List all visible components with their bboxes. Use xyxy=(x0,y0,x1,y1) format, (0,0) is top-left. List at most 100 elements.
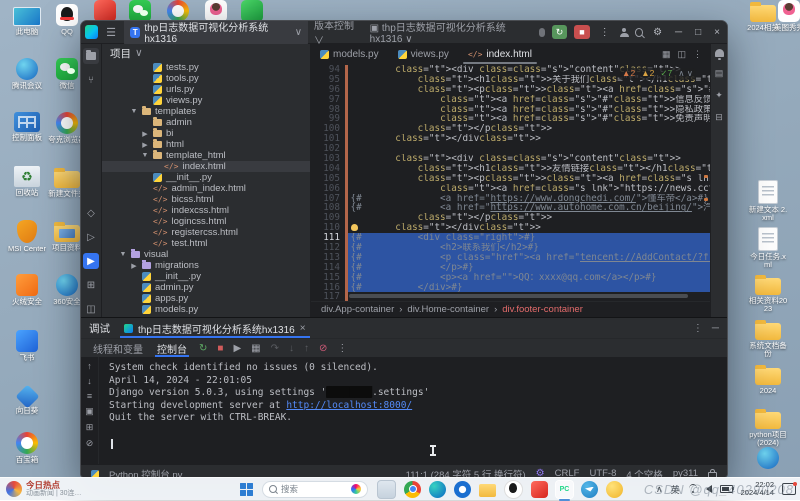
more-actions-icon[interactable]: ⋮ xyxy=(597,27,613,38)
server-url-link[interactable]: http://localhost:8000/ xyxy=(286,400,412,411)
taskbar-app-taskview[interactable] xyxy=(377,480,396,499)
tree-item-migrations[interactable]: ▶migrations xyxy=(102,260,310,271)
step-over-icon[interactable]: ↷ xyxy=(271,343,279,354)
editor-line-116[interactable]: 116{# </div>#} xyxy=(311,283,710,293)
tree-item-template_html[interactable]: ▼template_html xyxy=(102,150,310,161)
soft-wrap-icon[interactable]: ≡ xyxy=(87,391,92,401)
vcs-widget[interactable]: 版本控制 ∨ xyxy=(314,20,364,47)
editor-tab-index.html[interactable]: </>index.html xyxy=(459,44,542,64)
run-config-selector[interactable]: ▣ thp日志数据可视化分析系统hx1316 ∨ xyxy=(370,20,532,45)
error-stripe-mark[interactable] xyxy=(704,198,708,201)
taskbar-app-folder[interactable] xyxy=(479,484,496,497)
desktop-icon-circleblue[interactable] xyxy=(748,447,788,469)
tree-item-tools.py[interactable]: tools.py xyxy=(102,73,310,84)
desktop-icon-colorful[interactable] xyxy=(158,0,198,22)
editor-line-108[interactable]: 108{# <a href="https://www.autohome.com.… xyxy=(311,203,710,213)
editor-line-102[interactable]: 102 xyxy=(311,144,710,154)
desktop-icon-2024[interactable]: 2024 xyxy=(748,363,788,395)
commit-tool-icon[interactable]: ⑂ xyxy=(83,72,99,88)
intention-bulb-icon[interactable] xyxy=(351,224,358,231)
more-icon[interactable]: ⋮ xyxy=(693,323,703,334)
desktop-icon-pinkapp[interactable] xyxy=(196,0,236,22)
tree-item-html[interactable]: ▶html xyxy=(102,139,310,150)
up-stack-icon[interactable]: ↑ xyxy=(87,361,92,371)
battery-icon[interactable] xyxy=(720,485,733,493)
desktop-icon-python项目(2024)[interactable]: python项目(2024) xyxy=(748,407,788,447)
editor-line-100[interactable]: 100 class="t"></pclass="t">> xyxy=(311,124,710,134)
minimize-button[interactable]: ─ xyxy=(672,27,685,38)
news-widget[interactable]: 今日热点 动画新闻 | 30连… xyxy=(0,481,88,498)
hidden-icons-chevron[interactable]: ∧ xyxy=(656,484,663,495)
notifications-bell-icon[interactable] xyxy=(715,49,724,57)
wifi-icon[interactable] xyxy=(688,485,698,493)
editor-line-103[interactable]: 103 class="t"><div class=class="s">"cont… xyxy=(311,154,710,164)
desktop-icon-百宝箱[interactable]: 百宝箱 xyxy=(7,432,47,464)
print-icon[interactable]: ⊞ xyxy=(86,422,94,433)
editor-tab-models.py[interactable]: models.py xyxy=(311,44,389,64)
error-stripe-mark[interactable] xyxy=(704,175,708,178)
maximize-button[interactable]: □ xyxy=(692,27,704,38)
tree-item-index.html[interactable]: </>index.html xyxy=(102,161,310,172)
desktop-icon-redapp[interactable] xyxy=(85,0,125,22)
code-area[interactable]: 94 class="t"><div class=class="s">"conte… xyxy=(311,65,710,301)
stop-icon[interactable]: ■ xyxy=(217,343,223,354)
desktop-icon-美图秀秀[interactable]: 美图秀秀 xyxy=(769,0,800,32)
editor-line-96[interactable]: 96 class="t"><pclass="t">>class="t"><a h… xyxy=(311,85,710,95)
close-button[interactable]: × xyxy=(711,27,723,38)
taskbar-app-pycharm[interactable] xyxy=(556,481,573,498)
desktop-icon-回收站[interactable]: ♻回收站 xyxy=(7,166,47,197)
split-editor-icon[interactable]: ◫ xyxy=(677,49,686,60)
hide-panel-icon[interactable]: ─ xyxy=(712,323,719,334)
desktop-icon-控制面板[interactable]: 控制面板 xyxy=(7,112,47,142)
expand-arrow-icon[interactable]: ▼ xyxy=(141,152,149,159)
desktop-icon-MSI Center[interactable]: MSI Center xyxy=(7,220,47,253)
console-output[interactable]: System check identified no issues (0 sil… xyxy=(99,357,727,464)
close-tab-icon[interactable]: × xyxy=(300,323,306,334)
run-tool-icon[interactable]: ▷ xyxy=(83,229,99,245)
tree-item-visual[interactable]: ▼visual xyxy=(102,249,310,260)
tree-item-indexcss.html[interactable]: </>indexcss.html xyxy=(102,205,310,216)
expand-arrow-icon[interactable]: ▶ xyxy=(130,262,138,270)
debug-session-tab[interactable]: thp日志数据可视化分析系统hx1316 × xyxy=(120,318,310,338)
tree-item-bicss.html[interactable]: </>bicss.html xyxy=(102,194,310,205)
tree-item-admin_index.html[interactable]: </>admin_index.html xyxy=(102,183,310,194)
step-out-icon[interactable]: ↑ xyxy=(304,343,309,354)
mute-breakpoints-icon[interactable]: ⊘ xyxy=(319,343,327,354)
tab-threads-variables[interactable]: 线程和变量 xyxy=(91,339,145,357)
main-menu-icon[interactable]: ☰ xyxy=(104,26,118,39)
editor-line-115[interactable]: 115{# <p><a href="">QQ：xxxx@qq.com</a></… xyxy=(311,273,710,283)
start-button[interactable] xyxy=(240,483,253,496)
more-icon[interactable]: ⋮ xyxy=(337,343,347,354)
packages-tool-icon[interactable]: ⊞ xyxy=(83,277,99,293)
tree-item-templates[interactable]: ▼templates xyxy=(102,106,310,117)
horizontal-scrollbar[interactable] xyxy=(349,294,688,298)
tree-item-tests.py[interactable]: tests.py xyxy=(102,62,310,73)
rerun-icon[interactable]: ↻ xyxy=(199,343,207,354)
project-tool-icon[interactable] xyxy=(83,48,99,64)
step-into-icon[interactable]: ↓ xyxy=(289,343,294,354)
desktop-icon-新建文本 2.xml[interactable]: 新建文本 2.xml xyxy=(748,180,788,222)
expand-arrow-icon[interactable]: ▶ xyxy=(141,130,149,138)
breadcrumb-item[interactable]: div.App-container xyxy=(321,304,394,315)
desktop-icon-向日葵[interactable]: 向日葵 xyxy=(7,385,47,415)
editor-tab-views.py[interactable]: views.py xyxy=(389,44,459,64)
notification-center-icon[interactable] xyxy=(782,483,796,495)
taskbar-app-telegram[interactable] xyxy=(581,481,598,498)
structure-tool-icon[interactable]: ◇ xyxy=(83,205,99,221)
desktop-icon-greenapp[interactable] xyxy=(232,0,272,22)
search-everywhere-icon[interactable] xyxy=(635,28,643,37)
inspections-widget[interactable]: ▲2 ▲2 ✓7 ∧ ∨ xyxy=(619,68,696,80)
tab-console[interactable]: 控制台 xyxy=(155,339,189,357)
taskbar-app-edge[interactable] xyxy=(429,481,446,498)
taskbar-clock[interactable]: 22:02 2024/4/14 xyxy=(741,481,774,497)
expand-arrow-icon[interactable]: ▼ xyxy=(119,251,127,258)
tree-item-apps.py[interactable]: apps.py xyxy=(102,293,310,304)
editor-line-98[interactable]: 98 class="t"><a href=class="s">"#"class=… xyxy=(311,105,710,115)
clear-console-icon[interactable]: ⊘ xyxy=(86,438,94,449)
editor-line-101[interactable]: 101 class="t"></divclass="t">> xyxy=(311,134,710,144)
taskbar-app-yellow[interactable] xyxy=(606,481,623,498)
layout-grid-icon[interactable]: ▦ xyxy=(662,49,671,60)
volume-icon[interactable] xyxy=(706,485,712,493)
taskbar-app-qq[interactable] xyxy=(504,480,523,499)
taskbar-app-chrome[interactable] xyxy=(404,481,421,498)
